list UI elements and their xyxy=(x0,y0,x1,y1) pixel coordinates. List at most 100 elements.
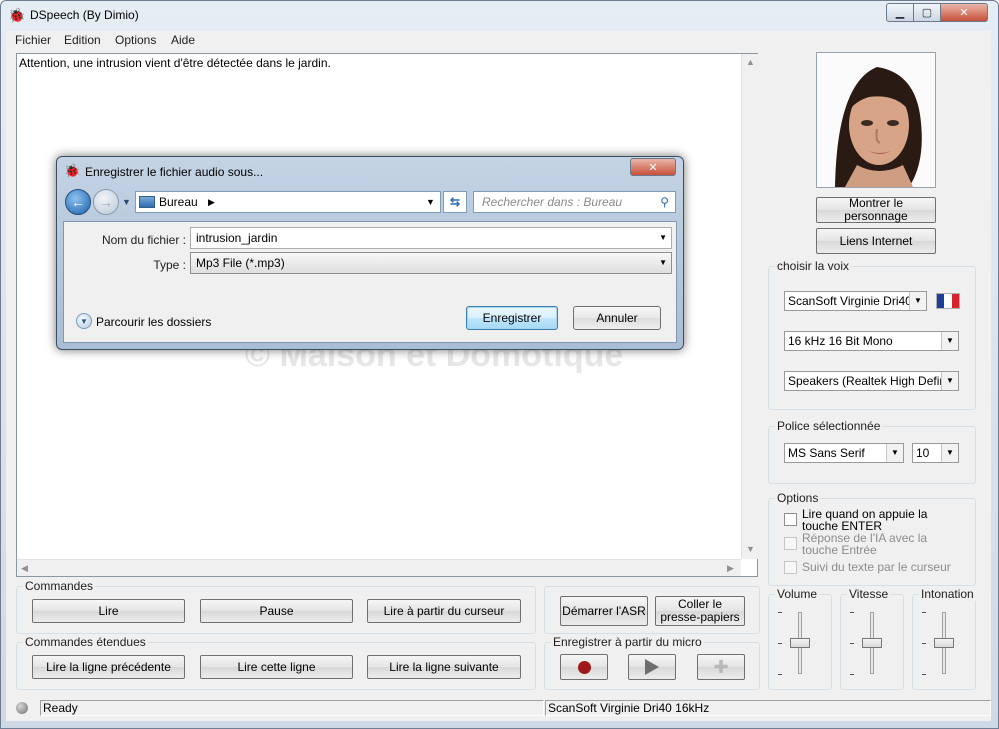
arrow-left-icon: ← xyxy=(71,194,85,210)
window-title: DSpeech (By Dimio) xyxy=(30,8,139,22)
vertical-scrollbar[interactable]: ▲ ▼ xyxy=(741,54,758,559)
paste-clipboard-button[interactable]: Coller le presse-papiers xyxy=(655,596,745,626)
audio-format-value: 16 kHz 16 Bit Mono xyxy=(788,334,893,348)
read-previous-line-button[interactable]: Lire la ligne précédente xyxy=(32,655,185,679)
scroll-down-icon[interactable]: ▼ xyxy=(746,544,755,554)
scroll-right-icon[interactable]: ▶ xyxy=(727,563,734,574)
filename-input[interactable]: intrusion_jardin ▼ xyxy=(190,227,672,249)
avatar xyxy=(816,52,936,188)
menu-options[interactable]: Options xyxy=(115,33,156,47)
volume-label: Volume xyxy=(775,587,820,601)
follow-cursor-label: Suivi du texte par le curseur xyxy=(802,560,951,574)
speed-label: Vitesse xyxy=(847,587,891,601)
close-icon: ✕ xyxy=(648,161,658,174)
location-text[interactable]: Bureau xyxy=(159,192,198,212)
dialog-body: Nom du fichier : intrusion_jardin ▼ Type… xyxy=(63,221,677,343)
scroll-left-icon[interactable]: ◀ xyxy=(21,563,28,574)
record-icon xyxy=(577,660,591,674)
font-group-label: Police sélectionnée xyxy=(775,419,883,433)
arrow-right-icon: → xyxy=(99,194,113,210)
slider-tick xyxy=(922,674,926,675)
history-dropdown-icon[interactable]: ▼ xyxy=(122,197,131,207)
save-button[interactable]: Enregistrer xyxy=(466,306,558,330)
horizontal-scrollbar[interactable]: ◀ ▶ xyxy=(17,559,741,576)
search-input[interactable]: Rechercher dans : Bureau ⚲ xyxy=(473,191,676,213)
dialog-close-button[interactable]: ✕ xyxy=(630,158,676,176)
location-bar[interactable]: Bureau ▶ ▼ xyxy=(135,191,441,213)
scroll-up-icon[interactable]: ▲ xyxy=(746,57,755,67)
chevron-down-icon[interactable]: ▼ xyxy=(909,292,926,310)
voice-select[interactable]: ScanSoft Virginie Dri40 16 ▼ xyxy=(784,291,927,311)
add-button[interactable]: ✚ xyxy=(697,654,745,680)
slider-tick xyxy=(850,674,854,675)
maximize-button[interactable]: ▢ xyxy=(913,3,941,22)
record-button[interactable] xyxy=(560,654,608,680)
font-select[interactable]: MS Sans Serif ▼ xyxy=(784,443,904,463)
desktop-icon xyxy=(139,196,155,208)
play-button[interactable] xyxy=(628,654,676,680)
font-size-select[interactable]: 10 ▼ xyxy=(912,443,959,463)
french-flag-icon xyxy=(936,293,960,309)
dialog-title: Enregistrer le fichier audio sous... xyxy=(85,165,264,179)
menu-fichier[interactable]: Fichier xyxy=(15,33,51,47)
minimize-button[interactable]: ▁ xyxy=(886,3,914,22)
browse-folders-link[interactable]: Parcourir les dossiers xyxy=(96,315,211,329)
chevron-down-icon[interactable]: ▼ xyxy=(941,372,958,390)
show-character-button[interactable]: Montrer le personnage xyxy=(816,197,936,223)
audio-output-value: Speakers (Realtek High Definitic xyxy=(788,374,959,388)
title-bar: 🐞 DSpeech (By Dimio) ▁ ▢ ✕ xyxy=(0,0,997,28)
menu-aide[interactable]: Aide xyxy=(171,33,195,47)
menu-edition[interactable]: Edition xyxy=(64,33,101,47)
plus-icon: ✚ xyxy=(713,656,729,677)
back-button[interactable]: ← xyxy=(65,189,91,215)
character-portrait-icon xyxy=(817,53,935,187)
dspeech-app-icon: 🐞 xyxy=(8,7,26,23)
ai-response-checkbox[interactable] xyxy=(784,537,797,550)
chevron-down-icon[interactable]: ▼ xyxy=(941,332,958,350)
search-placeholder: Rechercher dans : Bureau xyxy=(482,195,623,209)
close-button[interactable]: ✕ xyxy=(940,3,988,22)
read-this-line-button[interactable]: Lire cette ligne xyxy=(200,655,353,679)
forward-button[interactable]: → xyxy=(93,189,119,215)
file-type-select[interactable]: Mp3 File (*.mp3) ▼ xyxy=(190,252,672,274)
options-group-label: Options xyxy=(775,491,821,505)
start-asr-button[interactable]: Démarrer l'ASR xyxy=(560,596,648,626)
search-icon[interactable]: ⚲ xyxy=(660,192,669,212)
filename-label: Nom du fichier : xyxy=(101,233,186,247)
read-on-enter-checkbox[interactable] xyxy=(784,513,797,526)
ai-response-label: Réponse de l'IA avec la touche Entrée xyxy=(802,531,928,557)
expand-folders-icon[interactable]: ▼ xyxy=(76,313,92,329)
status-voice: ScanSoft Virginie Dri40 16kHz xyxy=(545,700,991,716)
slider-thumb[interactable] xyxy=(862,638,882,648)
audio-format-select[interactable]: 16 kHz 16 Bit Mono ▼ xyxy=(784,331,959,351)
slider-thumb[interactable] xyxy=(934,638,954,648)
paste-clipboard-line2: presse-papiers xyxy=(660,610,740,624)
breadcrumb-arrow-icon[interactable]: ▶ xyxy=(208,192,215,212)
internet-links-button[interactable]: Liens Internet xyxy=(816,228,936,254)
slider-tick xyxy=(850,643,854,644)
chevron-down-icon[interactable]: ▼ xyxy=(886,444,903,462)
font-select-value: MS Sans Serif xyxy=(788,446,865,460)
cancel-button[interactable]: Annuler xyxy=(573,306,661,330)
read-next-line-button[interactable]: Lire la ligne suivante xyxy=(367,655,521,679)
editor-text[interactable]: Attention, une intrusion vient d'être dé… xyxy=(19,56,331,70)
refresh-button[interactable]: ⇆ xyxy=(443,191,467,213)
slider-thumb[interactable] xyxy=(790,638,810,648)
follow-cursor-checkbox[interactable] xyxy=(784,561,797,574)
read-on-enter-label: Lire quand on appuie la touche ENTER xyxy=(802,507,928,533)
intonation-label: Intonation xyxy=(919,587,976,601)
chevron-down-icon[interactable]: ▼ xyxy=(426,192,435,212)
menu-bar: Fichier Edition Options Aide xyxy=(6,31,991,51)
chevron-down-icon[interactable]: ▼ xyxy=(659,253,667,273)
chevron-down-icon[interactable]: ▼ xyxy=(659,228,667,248)
read-from-cursor-button[interactable]: Lire à partir du curseur xyxy=(367,599,521,623)
dialog-app-icon: 🐞 xyxy=(64,163,81,178)
commands-group-label: Commandes xyxy=(23,579,96,593)
chevron-down-icon[interactable]: ▼ xyxy=(941,444,958,462)
slider-tick xyxy=(778,612,782,613)
read-button[interactable]: Lire xyxy=(32,599,185,623)
pause-button[interactable]: Pause xyxy=(200,599,353,623)
type-label: Type : xyxy=(153,258,186,272)
audio-output-select[interactable]: Speakers (Realtek High Definitic ▼ xyxy=(784,371,959,391)
filename-value[interactable]: intrusion_jardin xyxy=(196,231,277,245)
